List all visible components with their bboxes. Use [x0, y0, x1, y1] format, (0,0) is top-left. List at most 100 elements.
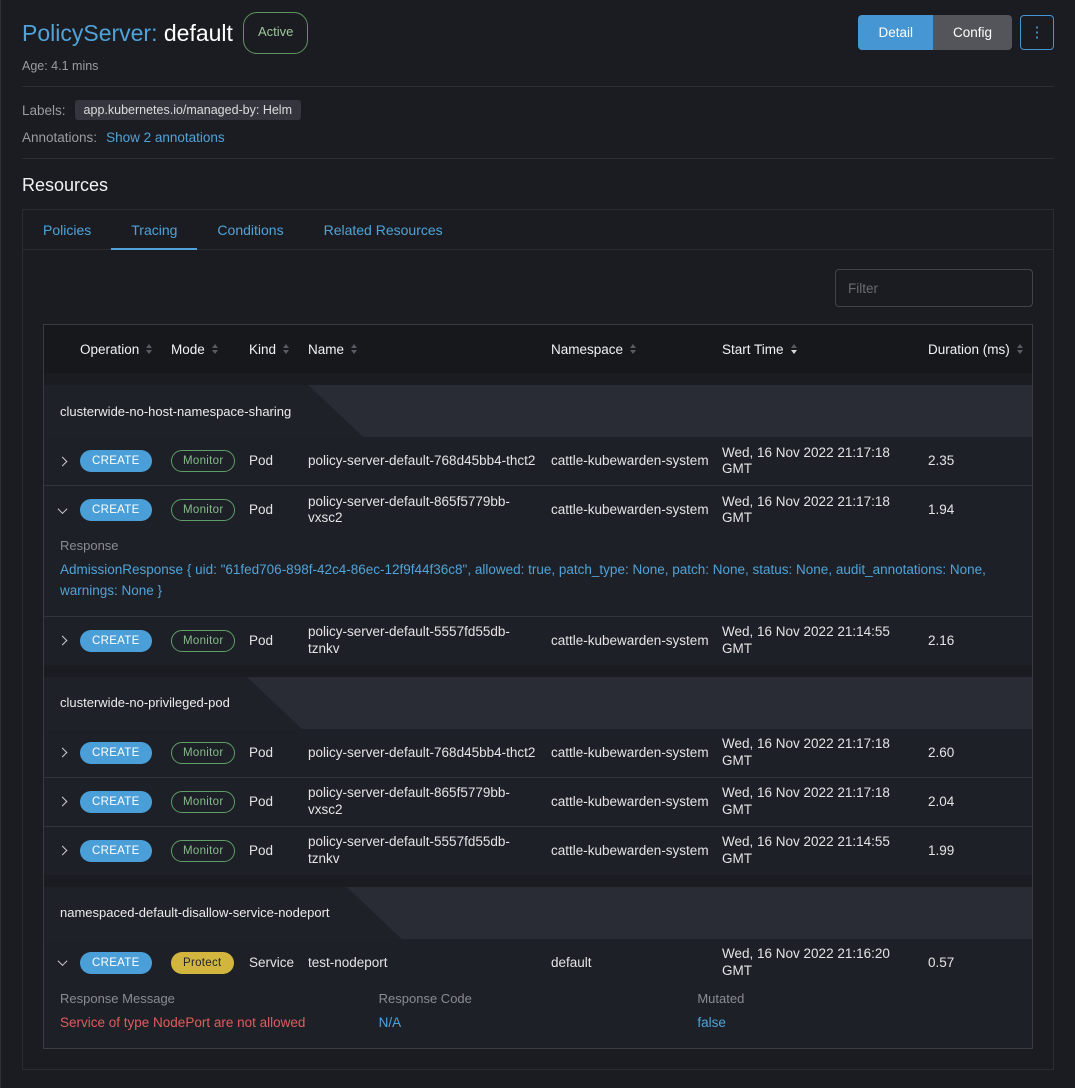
config-button[interactable]: Config — [933, 15, 1012, 50]
sort-desc-icon — [791, 350, 797, 354]
operation-cell: CREATE — [80, 630, 171, 652]
kind-cell: Pod — [249, 794, 308, 810]
row-detail: ResponseAdmissionResponse { uid: "61fed7… — [44, 534, 1032, 616]
name-cell: policy-server-default-768d45bb4-thct2 — [308, 453, 551, 469]
column-label: Kind — [249, 342, 276, 357]
mode-badge: Monitor — [171, 630, 235, 652]
mode-cell: Monitor — [171, 450, 249, 472]
duration-cell: 2.60 — [928, 745, 1032, 761]
operation-badge: CREATE — [80, 630, 152, 652]
mode-cell: Protect — [171, 952, 249, 974]
detail-field-label: Response Code — [379, 991, 698, 1006]
expand-row-icon[interactable] — [57, 797, 67, 807]
header-actions: Detail Config ⋮ — [858, 15, 1054, 50]
sort-icon — [791, 344, 797, 354]
mode-cell: Monitor — [171, 840, 249, 862]
expand-cell — [44, 637, 80, 644]
expand-row-icon[interactable] — [57, 748, 67, 758]
operation-cell: CREATE — [80, 499, 171, 521]
sort-icon — [630, 344, 636, 354]
column-header-namespace[interactable]: Namespace — [551, 342, 722, 357]
tab-conditions[interactable]: Conditions — [197, 210, 303, 250]
status-badge: Active — [243, 12, 308, 54]
expand-row-icon[interactable] — [57, 846, 67, 856]
metadata-divider — [22, 158, 1054, 159]
resources-section-title: Resources — [22, 175, 1054, 196]
group-tab: clusterwide-no-host-namespace-sharing — [44, 385, 363, 437]
group-tab: clusterwide-no-privileged-pod — [44, 677, 302, 729]
title-block: PolicyServer: defaultActive Age: 4.1 min… — [22, 12, 308, 73]
expand-row-icon[interactable] — [57, 456, 67, 466]
name-cell: policy-server-default-865f5779bb-vxsc2 — [308, 785, 551, 818]
sort-asc-icon — [351, 344, 357, 348]
column-header-duration-ms[interactable]: Duration (ms) — [928, 342, 1032, 357]
operation-cell: CREATE — [80, 840, 171, 862]
operation-cell: CREATE — [80, 791, 171, 813]
tab-policies[interactable]: Policies — [23, 210, 111, 250]
column-header-name[interactable]: Name — [308, 342, 551, 357]
column-header-operation[interactable]: Operation — [80, 342, 171, 357]
policy-server-detail-page: PolicyServer: defaultActive Age: 4.1 min… — [1, 0, 1075, 1088]
expand-row-icon[interactable] — [57, 636, 67, 646]
namespace-cell: cattle-kubewarden-system — [551, 633, 722, 649]
sort-asc-icon — [146, 344, 152, 348]
duration-cell: 0.57 — [928, 955, 1032, 971]
filter-input[interactable] — [835, 269, 1033, 307]
mode-cell: Monitor — [171, 499, 249, 521]
column-label: Name — [308, 342, 344, 357]
expand-cell — [44, 959, 80, 966]
policy-group: clusterwide-no-privileged-podCREATEMonit… — [44, 677, 1032, 875]
detail-field: Response Code N/A — [379, 991, 698, 1034]
show-annotations-link[interactable]: Show 2 annotations — [106, 130, 225, 145]
collapse-row-icon[interactable] — [57, 956, 67, 966]
table-row: CREATEMonitorPodpolicy-server-default-55… — [44, 616, 1032, 665]
tracing-tab-content: OperationMode Kind Name NamespaceStart Time… — [23, 250, 1053, 1069]
table-row: CREATEMonitorPodpolicy-server-default-55… — [44, 826, 1032, 875]
trace-row: CREATEProtectServicetest-nodeportdefault… — [44, 939, 1032, 987]
label-badge: app.kubernetes.io/managed-by: Helm — [75, 100, 301, 120]
mode-cell: Monitor — [171, 630, 249, 652]
expand-cell — [44, 749, 80, 756]
table-row: CREATEMonitorPodpolicy-server-default-86… — [44, 485, 1032, 616]
group-name: clusterwide-no-privileged-pod — [60, 695, 230, 710]
row-detail: Response MessageService of type NodePort… — [44, 987, 1032, 1048]
trace-row: CREATEMonitorPodpolicy-server-default-76… — [44, 437, 1032, 485]
operation-badge: CREATE — [80, 499, 152, 521]
group-name: clusterwide-no-host-namespace-sharing — [60, 404, 291, 419]
tab-tracing[interactable]: Tracing — [111, 210, 197, 250]
column-label: Duration (ms) — [928, 342, 1010, 357]
kebab-menu-button[interactable]: ⋮ — [1020, 15, 1054, 50]
start-time-cell: Wed, 16 Nov 2022 21:17:18 GMT — [722, 445, 928, 478]
namespace-cell: cattle-kubewarden-system — [551, 502, 722, 518]
detail-button[interactable]: Detail — [858, 15, 933, 50]
group-header-band: namespaced-default-disallow-service-node… — [44, 887, 1032, 939]
column-label: Mode — [171, 342, 205, 357]
expand-cell — [44, 507, 80, 514]
tab-related-resources[interactable]: Related Resources — [304, 210, 463, 250]
annotations-label: Annotations: — [22, 130, 97, 145]
operation-badge: CREATE — [80, 742, 152, 764]
annotations-row: Annotations: Show 2 annotations — [22, 130, 1054, 145]
sort-desc-icon — [1017, 350, 1023, 354]
filter-row — [43, 269, 1033, 307]
collapse-row-icon[interactable] — [57, 504, 67, 514]
detail-field-value: Service of type NodePort are not allowed — [60, 1013, 379, 1034]
expand-cell — [44, 458, 80, 465]
age-label: Age: 4.1 mins — [22, 59, 308, 73]
mode-cell: Monitor — [171, 742, 249, 764]
mode-badge: Monitor — [171, 742, 235, 764]
operation-badge: CREATE — [80, 791, 152, 813]
trace-row: CREATEMonitorPodpolicy-server-default-55… — [44, 827, 1032, 875]
operation-cell: CREATE — [80, 952, 171, 974]
tracing-table: OperationMode Kind Name NamespaceStart Time… — [43, 324, 1033, 1049]
detail-field-value: false — [697, 1013, 1016, 1034]
column-header-mode[interactable]: Mode — [171, 342, 249, 357]
column-header-start-time[interactable]: Start Time — [722, 342, 928, 357]
mode-cell: Monitor — [171, 791, 249, 813]
sort-icon — [283, 344, 289, 354]
detail-field-label: Mutated — [697, 991, 1016, 1006]
detail-field-value: N/A — [379, 1013, 698, 1034]
column-header-kind[interactable]: Kind — [249, 342, 308, 357]
mode-badge: Protect — [171, 952, 234, 974]
table-row: CREATEProtectServicetest-nodeportdefault… — [44, 939, 1032, 1048]
